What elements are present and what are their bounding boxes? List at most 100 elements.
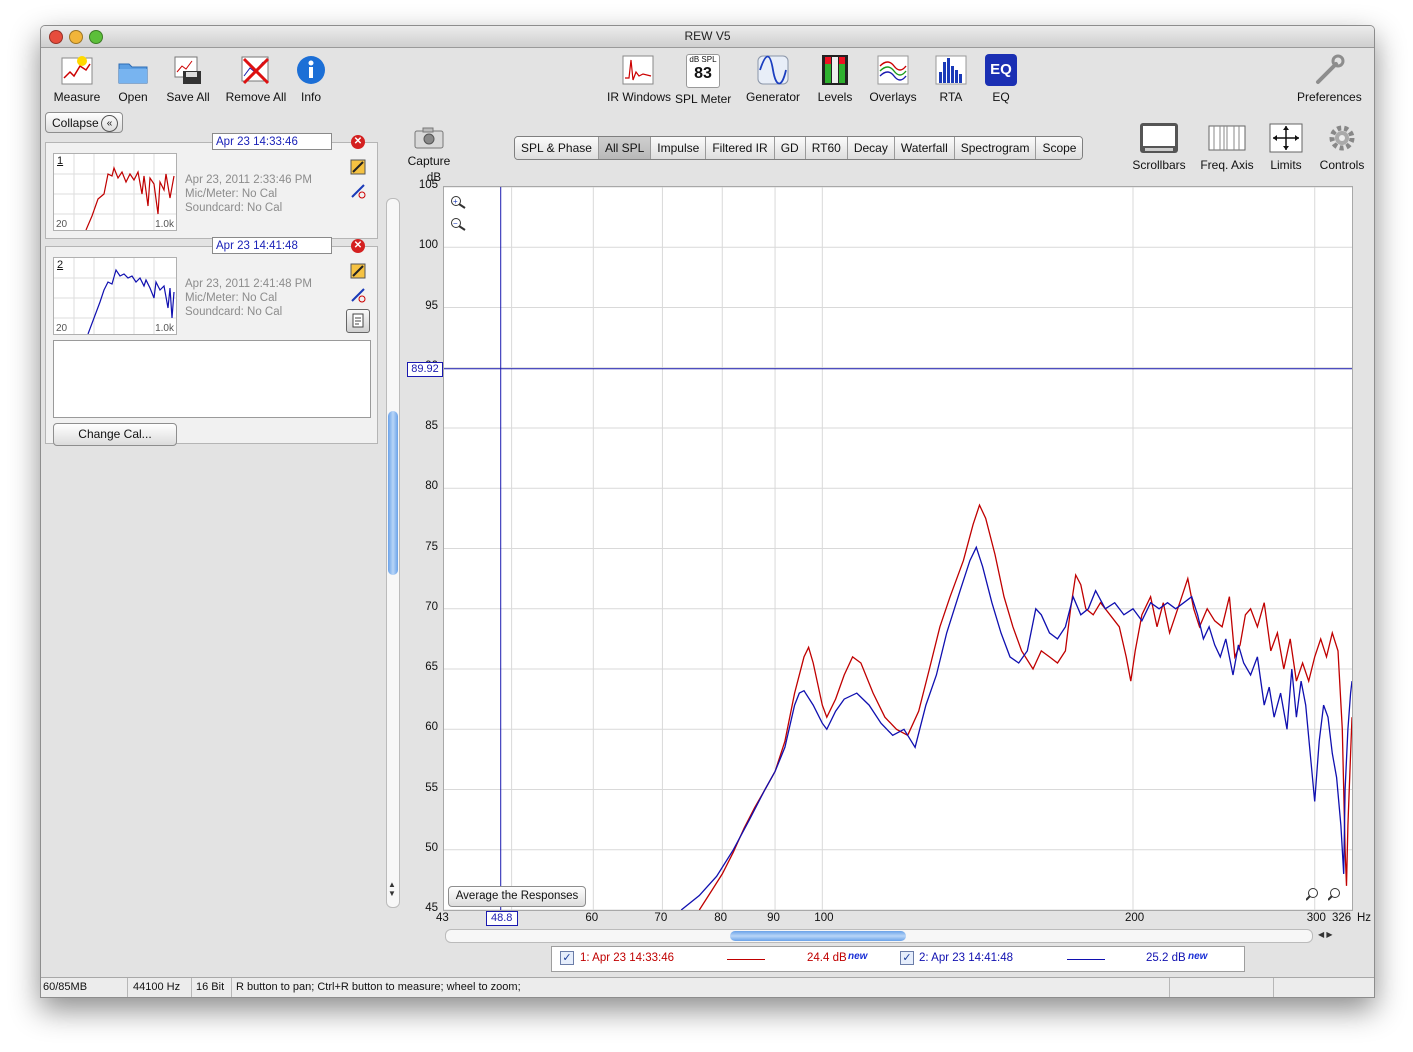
average-responses-button[interactable]: Average the Responses	[448, 886, 586, 907]
gear-icon	[1325, 122, 1359, 154]
series-2-label: 2: Apr 23 14:41:48	[919, 952, 1013, 964]
scrollbars-button[interactable]: Scrollbars	[1131, 122, 1187, 172]
status-hint: R button to pan; Ctrl+R button to measur…	[236, 981, 521, 993]
tab-waterfall[interactable]: Waterfall	[894, 137, 955, 159]
tab-decay[interactable]: Decay	[847, 137, 895, 159]
measurement-2-info: Apr 23, 2011 2:41:48 PM Mic/Meter: No Ca…	[185, 278, 313, 318]
rta-bars-icon	[934, 54, 968, 86]
x-tick-label: 90	[767, 912, 780, 924]
measurement-1-thumbnail: 1 20 1.0k	[53, 153, 177, 231]
x-zoom-out-icon[interactable]	[1305, 887, 1322, 904]
measurement-1-info: Apr 23, 2011 2:33:46 PM Mic/Meter: No Ca…	[185, 174, 313, 214]
remove-measurement-1-icon[interactable]: ✕	[351, 135, 365, 149]
spl-meter-button[interactable]: dB SPL 83 SPL Meter	[675, 54, 731, 106]
sine-wave-icon	[756, 54, 790, 86]
change-cal-button[interactable]: Change Cal...	[53, 423, 177, 446]
y-tick-label: 55	[425, 781, 438, 794]
tab-gd[interactable]: GD	[774, 137, 806, 159]
spl-graph[interactable]: + − Average the Responses	[443, 186, 1353, 911]
y-tick-label: 60	[425, 721, 438, 734]
measurement-2-mic-icon[interactable]	[350, 287, 366, 303]
panel-vertical-scrollbar[interactable]	[386, 198, 400, 908]
camera-icon	[412, 126, 446, 150]
tab-filtered-ir[interactable]: Filtered IR	[706, 137, 775, 159]
app-window: REW V5 Measure Open Save All Remove All	[40, 25, 1375, 998]
tab-scope[interactable]: Scope	[1036, 137, 1083, 159]
open-button[interactable]: Open	[111, 54, 155, 104]
tab-spectrogram[interactable]: Spectrogram	[954, 137, 1037, 159]
zoom-in-icon[interactable]: +	[450, 195, 466, 212]
info-button[interactable]: Info	[293, 54, 329, 104]
measurement-1-mic-icon[interactable]	[350, 183, 366, 199]
x-tick-label: 60	[585, 912, 599, 924]
overlays-button[interactable]: Overlays	[867, 54, 919, 104]
tab-impulse[interactable]: Impulse	[651, 137, 707, 159]
spl-graph-svg[interactable]	[444, 186, 1353, 911]
measurement-card-2[interactable]: Apr 23 14:41:48 ✕ 2 20 1.0k Apr 23, 2011…	[45, 237, 378, 446]
status-bar: 60/85MB 44100 Hz 16 Bit R button to pan;…	[41, 977, 1374, 997]
main-toolbar: Measure Open Save All Remove All Info IR…	[41, 48, 1374, 108]
measurement-2-notes-icon[interactable]	[346, 309, 370, 333]
measurement-2-name-field[interactable]: Apr 23 14:41:48	[212, 237, 332, 254]
limits-arrows-icon	[1269, 122, 1303, 154]
x-zoom-in-icon[interactable]	[1327, 887, 1344, 904]
levels-button[interactable]: Levels	[813, 54, 857, 104]
eq-icon: EQ	[985, 54, 1017, 86]
zoom-out-icon[interactable]: −	[450, 217, 466, 234]
eq-button[interactable]: EQ EQ	[983, 54, 1019, 104]
y-tick-label: 80	[425, 480, 438, 493]
graph-scrollbar-thumb[interactable]	[730, 931, 906, 941]
measurement-2-cal-icon[interactable]	[350, 263, 366, 279]
measurement-1-name-field[interactable]: Apr 23 14:33:46	[212, 133, 332, 150]
window-title: REW V5	[684, 29, 731, 43]
preferences-button[interactable]: Preferences	[1297, 54, 1362, 104]
freq-axis-icon	[1208, 122, 1246, 154]
tab-all-spl[interactable]: All SPL	[598, 137, 652, 159]
rta-button[interactable]: RTA	[933, 54, 969, 104]
measurement-card-1[interactable]: Apr 23 14:33:46 ✕ 1 20 1.0k Apr 23, 2011…	[45, 133, 378, 239]
series-2-checkbox[interactable]: ✓	[900, 951, 914, 965]
title-bar: REW V5	[41, 26, 1374, 48]
wrench-icon	[1312, 54, 1346, 86]
graph-horizontal-scrollbar[interactable]	[445, 929, 1313, 943]
measure-button[interactable]: Measure	[53, 54, 101, 104]
x-tick-label: 70	[654, 912, 668, 924]
x-tick-label: 100	[814, 912, 834, 924]
controls-button[interactable]: Controls	[1319, 122, 1365, 172]
tab-spl-phase[interactable]: SPL & Phase	[515, 137, 599, 159]
series-1-checkbox[interactable]: ✓	[560, 951, 574, 965]
panel-scroll-arrows[interactable]: ▲ ▼	[386, 880, 398, 914]
measurement-1-cal-icon[interactable]	[350, 159, 366, 175]
remove-measurement-2-icon[interactable]: ✕	[351, 239, 365, 253]
y-cursor-readout: 89.92	[407, 361, 443, 377]
series-line-2	[680, 545, 1353, 911]
graph-legend: ✓ 1: Apr 23 14:33:46 24.4 dB new ✓ 2: Ap…	[551, 946, 1245, 972]
graph-scroll-arrows[interactable]: ◀ ▶	[1318, 929, 1348, 941]
folder-icon	[116, 54, 150, 86]
ir-windows-button[interactable]: IR Windows	[607, 54, 671, 104]
ir-windows-icon	[621, 54, 655, 86]
limits-button[interactable]: Limits	[1265, 122, 1307, 172]
freq-axis-button[interactable]: Freq. Axis	[1197, 122, 1257, 172]
x-tick-label: 80	[714, 912, 728, 924]
generator-button[interactable]: Generator	[745, 54, 801, 104]
collapse-button[interactable]: Collapse «	[45, 112, 123, 133]
x-tick-label: 300	[1306, 912, 1326, 924]
remove-all-button[interactable]: Remove All	[224, 54, 288, 104]
capture-button[interactable]: Capture	[405, 126, 453, 168]
x-axis-unit: Hz	[1357, 912, 1372, 924]
save-all-button[interactable]: Save All	[163, 54, 213, 104]
tab-rt60[interactable]: RT60	[805, 137, 848, 159]
memory-usage: 60/85MB	[43, 981, 88, 993]
double-chevron-left-icon: «	[101, 115, 118, 132]
overlays-icon	[876, 54, 910, 86]
x-tick-label: 326	[1332, 912, 1352, 924]
measurement-2-thumbnail: 2 20 1.0k	[53, 257, 177, 335]
y-tick-label: 105	[418, 179, 438, 191]
panel-scrollbar-thumb[interactable]	[388, 411, 398, 575]
series-2-swatch	[1067, 959, 1105, 960]
measurement-notes-area[interactable]	[53, 340, 371, 418]
y-tick-label: 75	[425, 540, 438, 553]
svg-text:+: +	[453, 197, 458, 206]
series-1-value: 24.4 dB	[807, 952, 847, 964]
